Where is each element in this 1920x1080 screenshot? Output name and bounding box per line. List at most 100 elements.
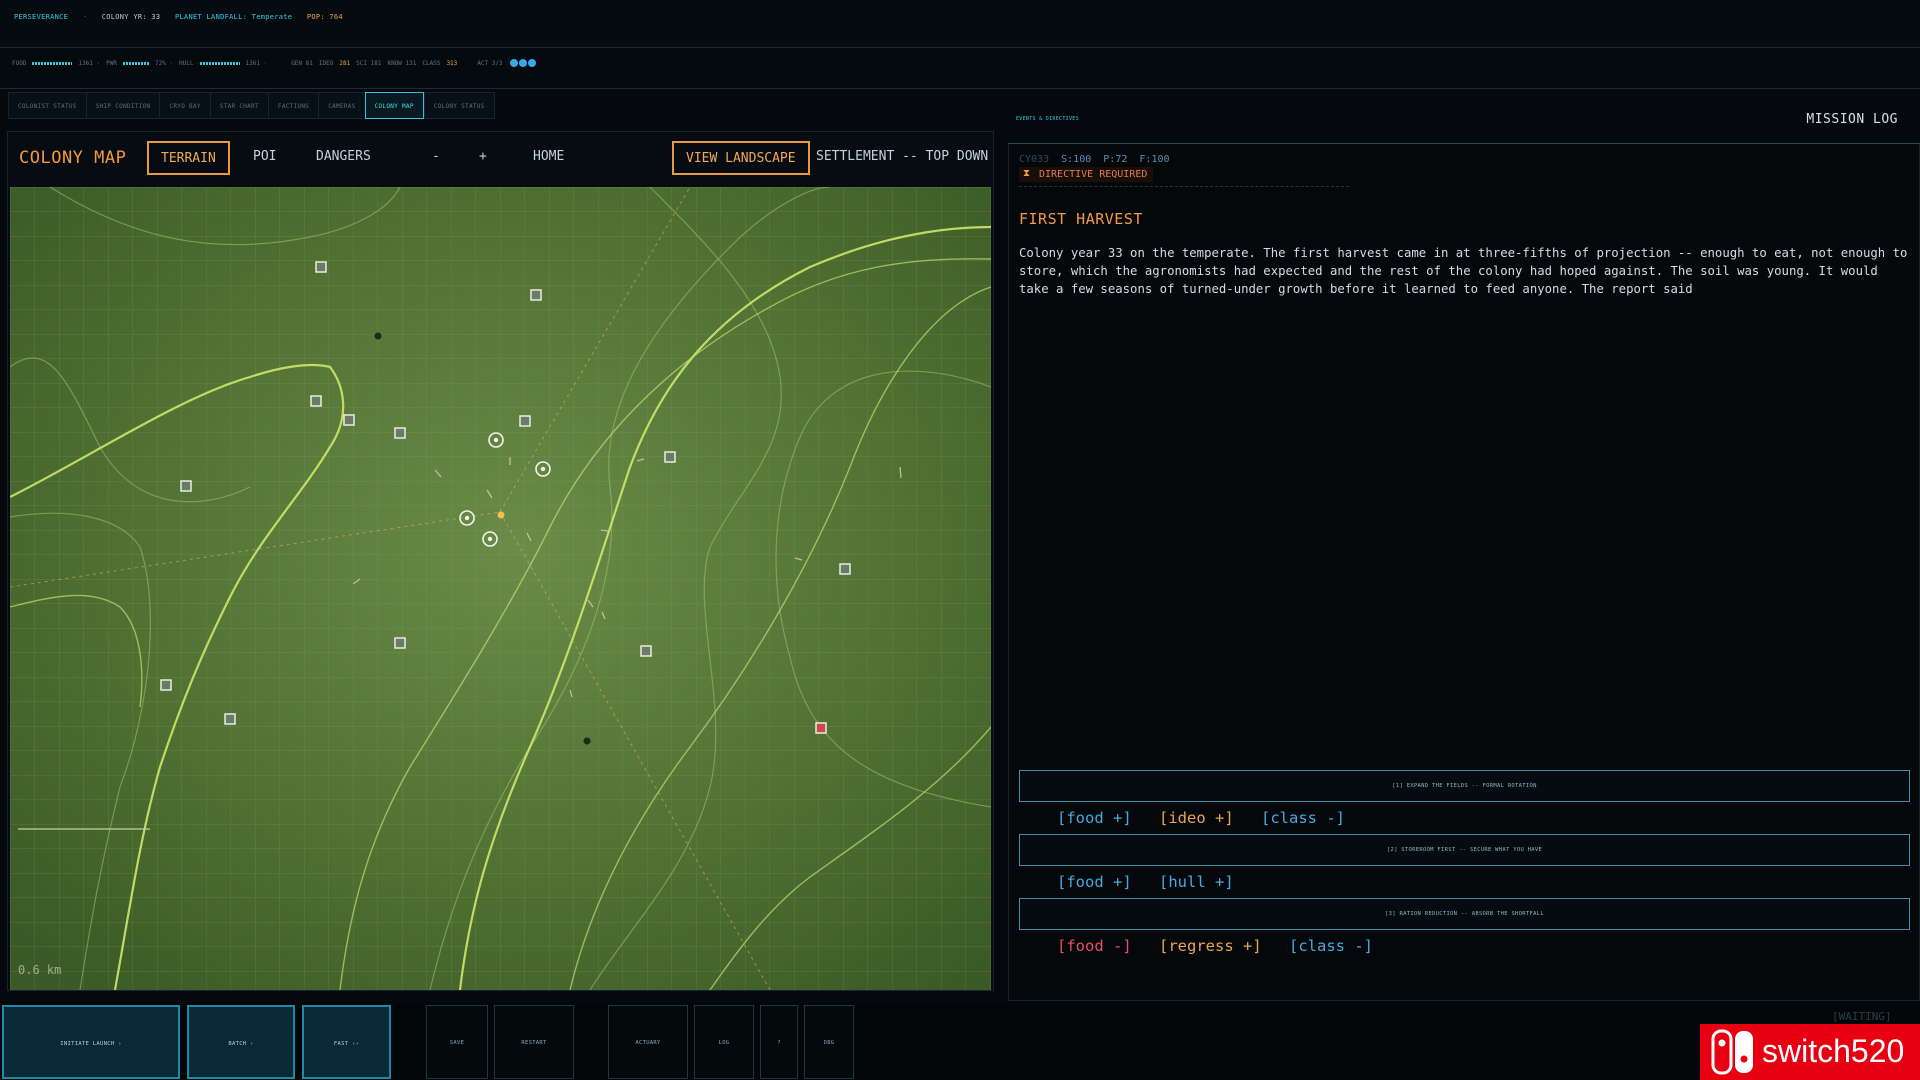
poi-marker[interactable]	[530, 289, 542, 301]
poi-marker[interactable]	[640, 645, 652, 657]
poi-marker[interactable]	[664, 451, 676, 463]
zoom-out-button[interactable]: -	[420, 141, 452, 175]
stat-p: P:72	[1103, 154, 1128, 165]
tab-colony-status[interactable]: COLONY STATUS	[423, 92, 495, 119]
poi-marker[interactable]	[310, 395, 322, 407]
tab-cryo-bay[interactable]: CRYO BAY	[159, 92, 210, 119]
log-button[interactable]: LOG	[694, 1005, 754, 1079]
stat-s: S:100	[1061, 154, 1092, 165]
danger-marker[interactable]	[815, 722, 827, 734]
poi-marker[interactable]	[315, 261, 327, 273]
poi-marker[interactable]	[394, 637, 406, 649]
tab-ship-condition[interactable]: SHIP CONDITION	[85, 92, 160, 119]
tab-colonist-status[interactable]: COLONIST STATUS	[8, 92, 86, 119]
event-title: FIRST HARVEST	[1019, 210, 1143, 228]
mission-log-header: EVENTS & DIRECTIVES MISSION LOG	[1004, 100, 1920, 142]
choice-3-button[interactable]: [3] RATION REDUCTION -- ABSORB THE SHORT…	[1019, 898, 1910, 930]
poi-marker[interactable]	[394, 427, 406, 439]
debug-button[interactable]: DBG	[804, 1005, 854, 1079]
hull-meter	[199, 61, 240, 65]
effect-tag: [food +]	[1057, 873, 1132, 891]
choice-1-button[interactable]: [1] EXPAND THE FIELDS -- FORMAL ROTATION	[1019, 770, 1910, 802]
zoom-in-button[interactable]: +	[467, 141, 499, 175]
actuary-button[interactable]: ACTUARY	[608, 1005, 688, 1079]
home-button[interactable]: HOME	[521, 141, 576, 175]
choice-3-effects: [food -] [regress +] [class -]	[1057, 937, 1391, 955]
know-stat: KNOW 131	[387, 59, 417, 67]
act-stat: ACT 3/3	[477, 59, 503, 67]
effect-tag: [class -]	[1289, 937, 1373, 955]
view-landscape-button[interactable]: VIEW LANDSCAPE	[672, 141, 810, 175]
action-dot	[509, 59, 518, 67]
map-title: COLONY MAP	[19, 148, 127, 168]
poi-marker[interactable]	[224, 713, 236, 725]
effect-tag: [hull +]	[1159, 873, 1234, 891]
hull-label: HULL	[179, 59, 194, 67]
home-marker[interactable]	[497, 511, 505, 519]
action-dot	[527, 59, 536, 67]
sci-stat: SCI 181	[356, 59, 382, 67]
map-toolbar: COLONY MAP TERRAIN POI DANGERS - + HOME …	[8, 132, 993, 184]
watermark-text: switch520	[1762, 1033, 1905, 1069]
map-grid	[10, 187, 991, 990]
terrain-map-svg	[10, 187, 991, 990]
fast-button[interactable]: FAST ››	[302, 1005, 391, 1079]
hourglass-icon: ⧗	[1023, 168, 1031, 179]
mission-log-panel: CY033 S:100 P:72 F:100 ⧗ DIRECTIVE REQUI…	[1008, 143, 1920, 1001]
tab-factions[interactable]: FACTIONS	[267, 92, 319, 119]
bottom-action-bar: INITIATE LAUNCH › BATCH › FAST ›› SAVE R…	[0, 1002, 1920, 1080]
colony-year: COLONY YR: 33	[101, 13, 161, 21]
pwr-label: PWR	[106, 59, 117, 67]
directive-label: DIRECTIVE REQUIRED	[1039, 169, 1148, 180]
resource-bar: FOOD 1361 · PWR 72% · HULL 1361 · GEN 81…	[0, 49, 1920, 89]
class-label: CLASS	[422, 59, 441, 67]
action-dot	[518, 59, 527, 67]
ship-name: PERSEVERANCE	[14, 13, 69, 21]
gen-stat: GEN 81	[291, 59, 313, 67]
poi-button[interactable]: POI	[241, 141, 288, 175]
poi-marker[interactable]	[839, 563, 851, 575]
population: POP: 764	[306, 13, 343, 21]
choice-1-effects: [food +] [ideo +] [class -]	[1057, 809, 1363, 827]
event-stats: CY033 S:100 P:72 F:100	[1019, 154, 1176, 165]
stat-f: F:100	[1139, 154, 1170, 165]
initiate-launch-button[interactable]: INITIATE LAUNCH ›	[2, 1005, 180, 1079]
terrain-map[interactable]: 0.6 km	[10, 187, 991, 990]
tab-bar: COLONIST STATUS SHIP CONDITION CRYO BAY …	[8, 92, 495, 119]
settlement-view-button[interactable]: SETTLEMENT -- TOP DOWN	[810, 141, 994, 175]
watermark: switch520	[1700, 1024, 1920, 1080]
effect-tag: [ideo +]	[1159, 809, 1234, 827]
hull-value: 1361 ·	[245, 59, 268, 67]
ideo-value: 281	[339, 59, 351, 67]
log-eyebrow: EVENTS & DIRECTIVES	[1016, 116, 1079, 122]
poi-marker[interactable]	[519, 415, 531, 427]
food-meter	[32, 61, 73, 65]
tab-cameras[interactable]: CAMERAS	[318, 92, 365, 119]
divider	[1019, 186, 1349, 187]
terrain-button[interactable]: TERRAIN	[147, 141, 230, 175]
effect-tag: [food -]	[1057, 937, 1132, 955]
poi-marker[interactable]	[160, 679, 172, 691]
stat-cycle: CY033	[1019, 154, 1050, 165]
poi-marker[interactable]	[343, 414, 355, 426]
restart-button[interactable]: RESTART	[494, 1005, 574, 1079]
dangers-button[interactable]: DANGERS	[304, 141, 383, 175]
colony-map-panel: COLONY MAP TERRAIN POI DANGERS - + HOME …	[7, 131, 994, 991]
tab-star-chart[interactable]: STAR CHART	[209, 92, 268, 119]
top-status-bar: PERSEVERANCE · COLONY YR: 33 PLANET LAND…	[0, 0, 1920, 48]
food-value: 1361 ·	[78, 59, 101, 67]
choice-2-button[interactable]: [2] STOREROOM FIRST -- SECURE WHAT YOU H…	[1019, 834, 1910, 866]
directive-required-badge: ⧗ DIRECTIVE REQUIRED	[1019, 167, 1154, 182]
effect-tag: [class -]	[1261, 809, 1345, 827]
switch-logo-icon	[1711, 1029, 1753, 1075]
action-dots	[509, 59, 536, 67]
help-button[interactable]: ?	[760, 1005, 798, 1079]
save-button[interactable]: SAVE	[426, 1005, 488, 1079]
tab-colony-map[interactable]: COLONY MAP	[364, 92, 424, 119]
batch-button[interactable]: BATCH ›	[187, 1005, 295, 1079]
poi-marker[interactable]	[180, 480, 192, 492]
class-value: 313	[446, 59, 458, 67]
choice-2-effects: [food +] [hull +]	[1057, 873, 1252, 891]
waiting-status: [WAITING]	[1832, 1010, 1892, 1023]
event-body: Colony year 33 on the temperate. The fir…	[1019, 246, 1908, 296]
